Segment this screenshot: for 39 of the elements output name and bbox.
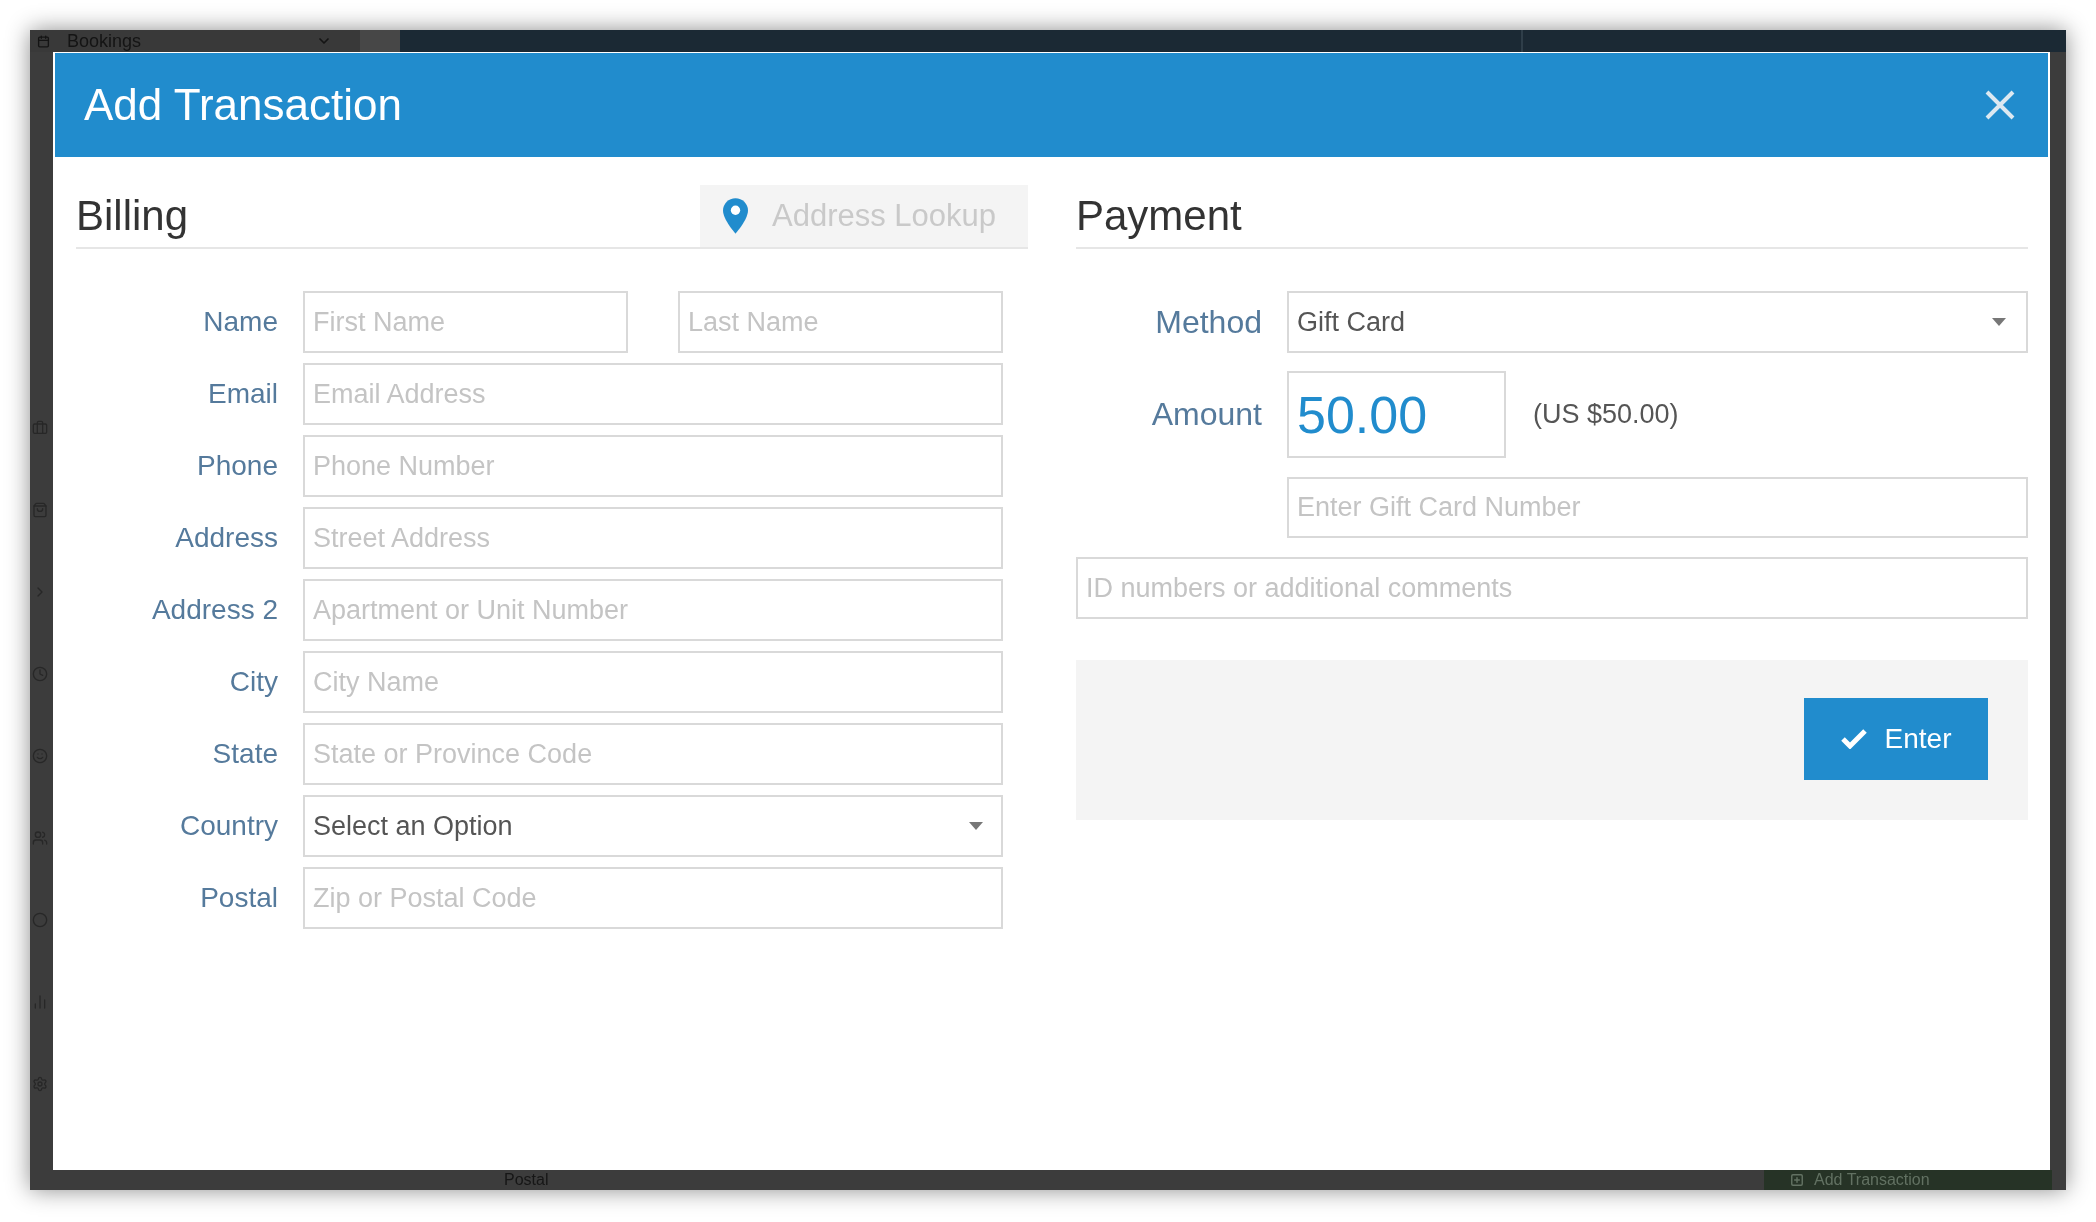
check-icon [1840, 729, 1867, 749]
field-label: Email [207, 377, 278, 411]
field-label: City [228, 665, 278, 699]
map-pin-icon [723, 198, 748, 234]
field-label: State [211, 737, 278, 771]
dropdown-field[interactable]: Select an Option [303, 795, 1003, 857]
close-icon [1984, 89, 2016, 121]
section-heading: Billing [76, 195, 189, 237]
input-field[interactable]: Email Address [303, 363, 1003, 425]
section-heading: Payment [1076, 195, 1242, 237]
amount-input[interactable]: 50.00 [1287, 371, 1506, 458]
field-label: Address [174, 521, 278, 555]
calendar-icon [37, 34, 50, 48]
caret-icon [969, 822, 983, 830]
input-field[interactable]: Last Name [678, 291, 1003, 353]
input-field[interactable]: Street Address [303, 507, 1003, 569]
input-field[interactable]: Zip or Postal Code [303, 867, 1003, 929]
field-label: Postal [199, 881, 278, 915]
input-field[interactable]: Phone Number [303, 435, 1003, 497]
input-field[interactable]: Enter Gift Card Number [1287, 477, 2028, 538]
field-label: Country [178, 809, 278, 843]
plus-square-icon [1790, 1173, 1804, 1187]
enter-button[interactable]: Enter [1804, 698, 1988, 780]
close-button[interactable] [1984, 89, 2016, 121]
add-transaction-button[interactable]: Add Transaction [1764, 1170, 2052, 1190]
field-label: Name [202, 305, 278, 339]
field-label: Phone [196, 449, 278, 483]
input-field[interactable]: ID numbers or additional comments [1076, 557, 2028, 619]
field-label: Amount [1150, 395, 1262, 434]
input-field[interactable]: Apartment or Unit Number [303, 579, 1003, 641]
input-field[interactable]: City Name [303, 651, 1003, 713]
dropdown-field[interactable]: Gift Card [1287, 291, 2028, 353]
field-label: Method [1154, 302, 1262, 342]
converted-amount: (US $50.00) [1533, 399, 1679, 430]
input-field[interactable]: State or Province Code [303, 723, 1003, 785]
caret-icon [1992, 318, 2006, 326]
dialog-title: Add Transaction [84, 83, 402, 127]
input-field[interactable]: First Name [303, 291, 628, 353]
field-label: Address 2 [150, 593, 278, 627]
